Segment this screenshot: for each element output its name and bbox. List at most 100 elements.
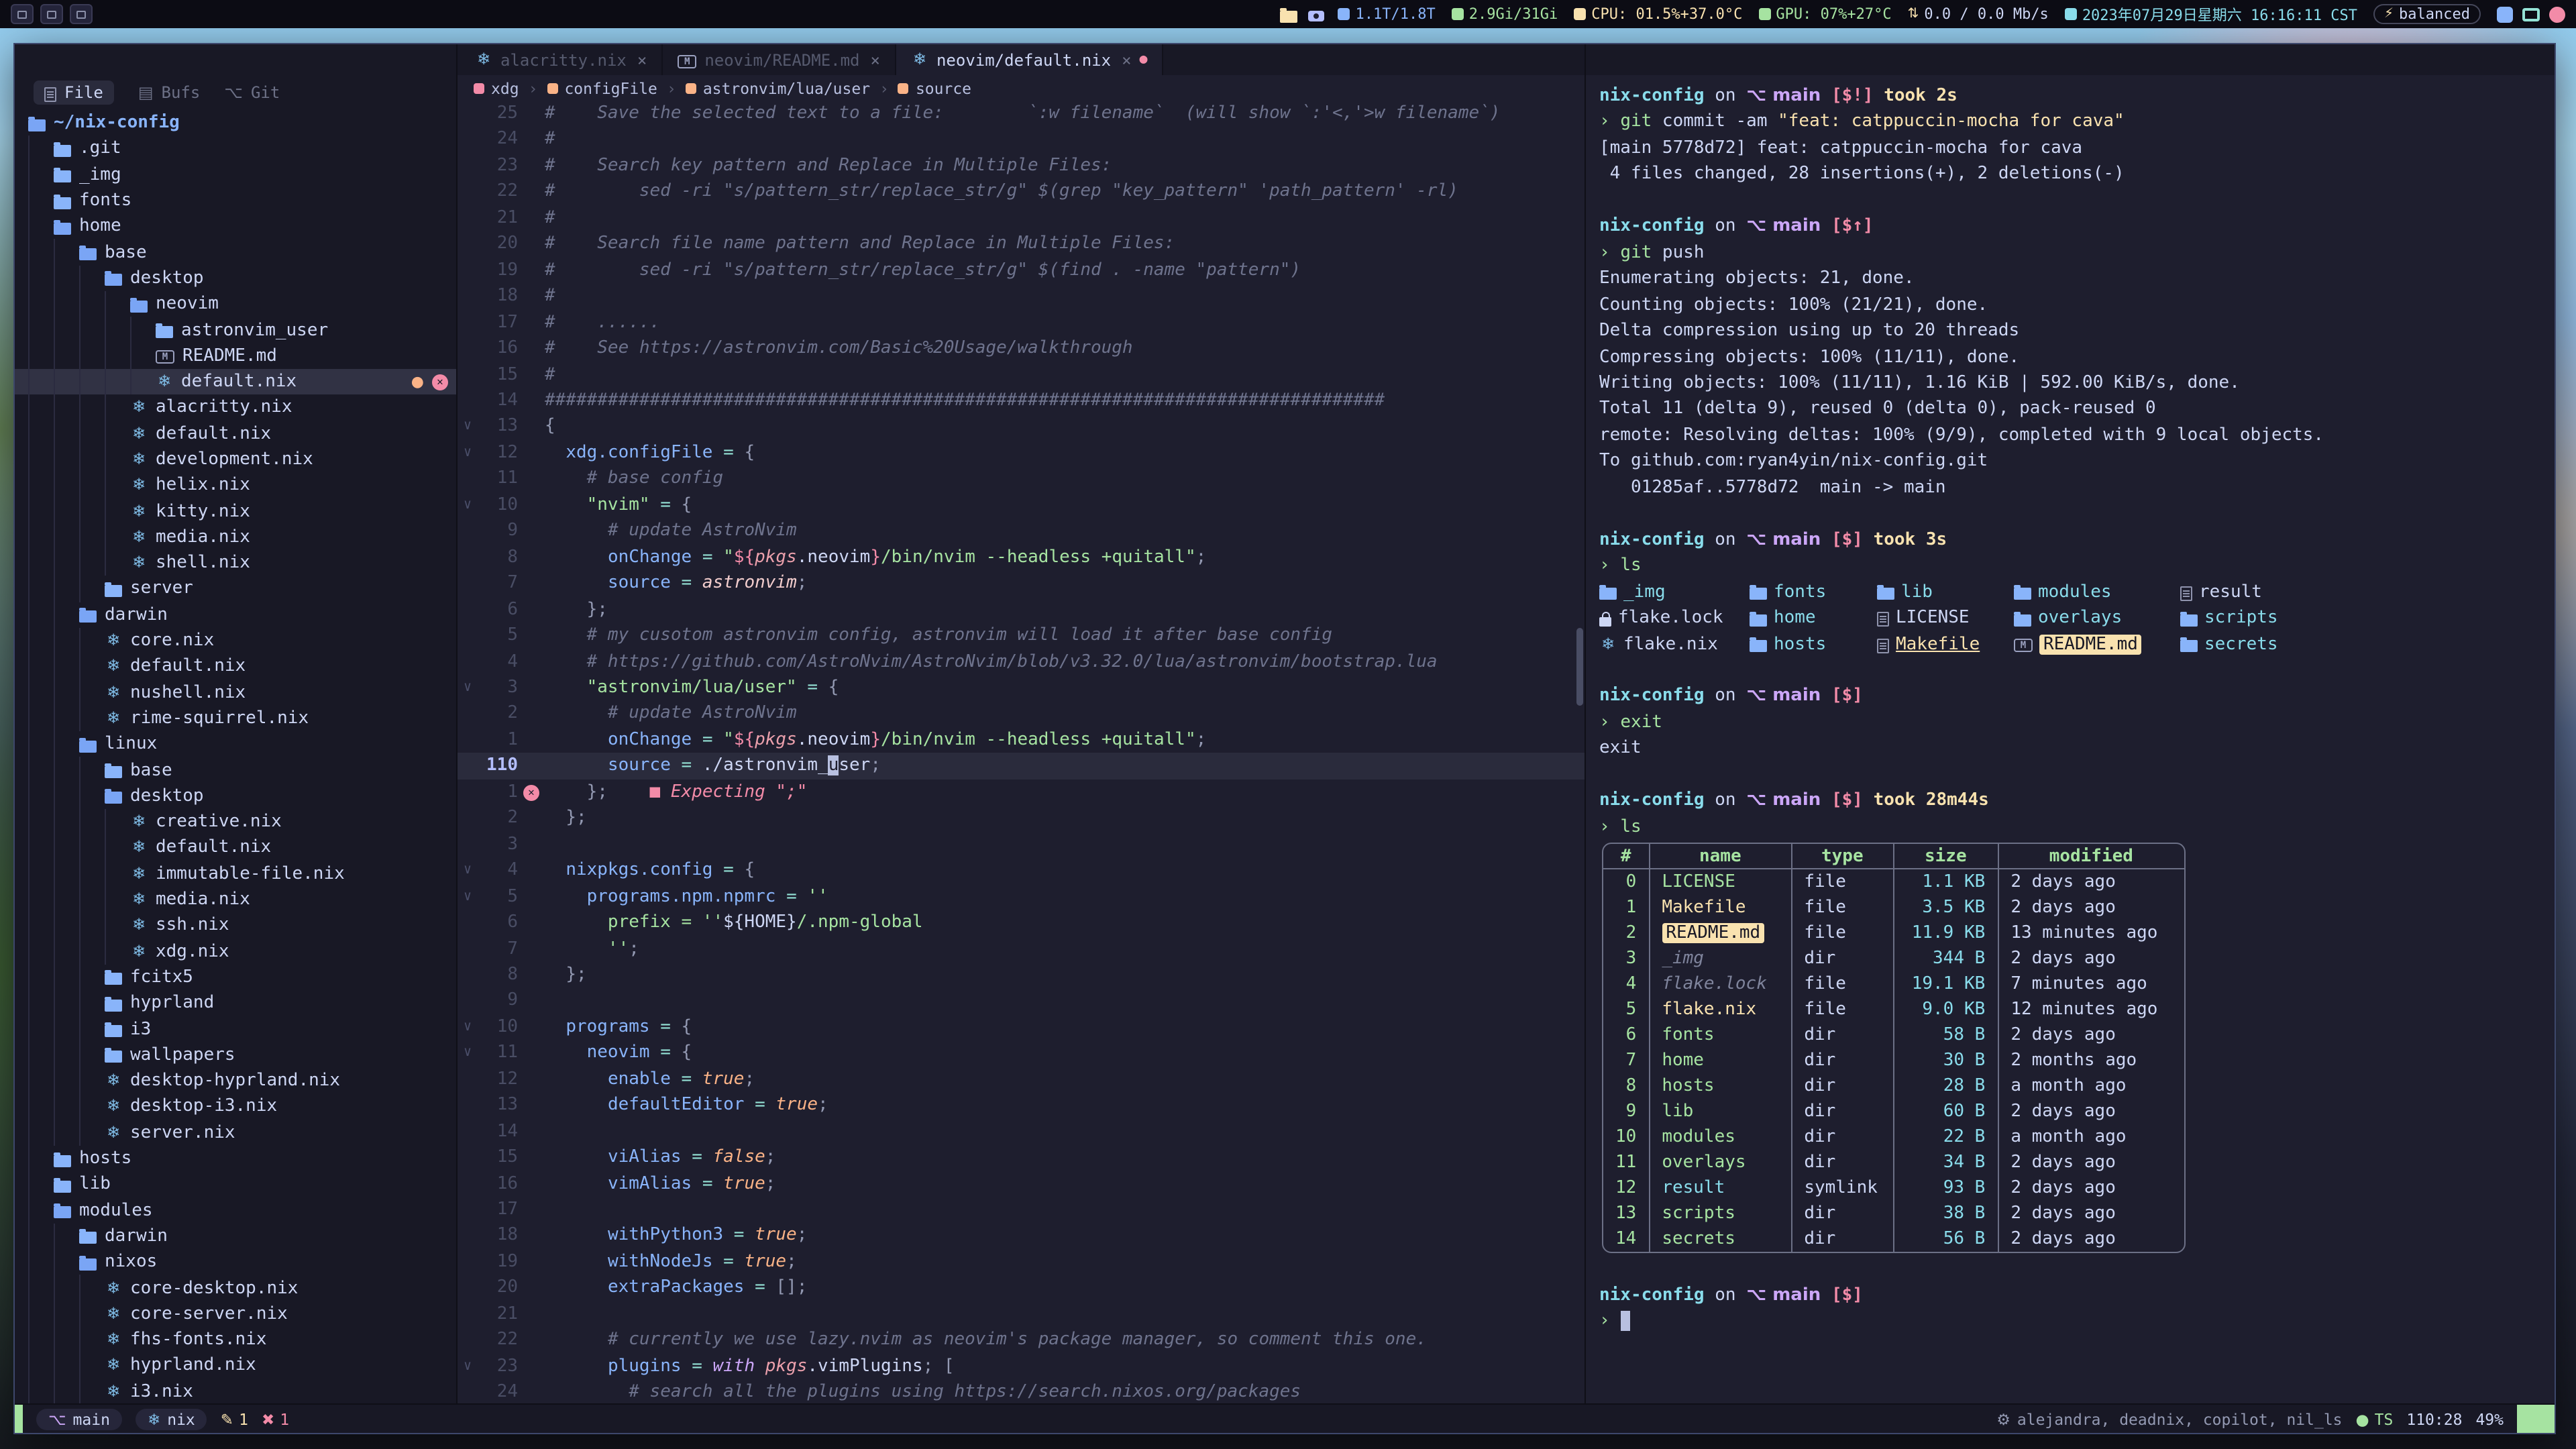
code-line[interactable]: ∨10 "nvim" = { — [458, 492, 1585, 519]
tree-tab-bufs[interactable]: ▤Bufs — [138, 83, 201, 102]
tree-item-i3[interactable]: i3 — [15, 1016, 456, 1042]
screenshot-icon[interactable] — [1309, 11, 1325, 21]
code-line[interactable]: 5 # my cusotom astronvim config, astronv… — [458, 623, 1585, 649]
tree-item-hyprland.nix[interactable]: hyprland.nix — [15, 1353, 456, 1379]
code-line[interactable]: ∨11 neovim = { — [458, 1040, 1585, 1067]
tree-item-i3.nix[interactable]: i3.nix — [15, 1379, 456, 1403]
tree-item-fcitx5[interactable]: fcitx5 — [15, 965, 456, 991]
tree-item-ssh.nix[interactable]: ssh.nix — [15, 912, 456, 938]
tree-item-alacritty.nix[interactable]: alacritty.nix — [15, 395, 456, 421]
tree-item-wallpapers[interactable]: wallpapers — [15, 1042, 456, 1068]
tree-item-desktop[interactable]: desktop — [15, 783, 456, 809]
code-area[interactable]: 25# Save the selected text to a file: `:… — [458, 101, 1585, 1403]
code-line[interactable]: 8 onChange = "${pkgs.neovim}/bin/nvim --… — [458, 544, 1585, 570]
tree-item-server[interactable]: server — [15, 576, 456, 602]
diagnostics-errors[interactable]: ✖1 — [262, 1409, 289, 1428]
code-line[interactable]: 7 source = astronvim; — [458, 570, 1585, 596]
code-line[interactable]: 12 enable = true; — [458, 1067, 1585, 1093]
tree-item-immutable-file.nix[interactable]: immutable-file.nix — [15, 861, 456, 887]
tree-item-home[interactable]: home — [15, 213, 456, 239]
close-icon[interactable]: × — [871, 50, 880, 69]
close-icon[interactable]: × — [1122, 50, 1131, 69]
code-line[interactable]: 19# sed -ri "s/pattern_str/replace_str/g… — [458, 257, 1585, 283]
tree-item-shell.nix[interactable]: shell.nix — [15, 550, 456, 576]
tree-item-desktop-i3.nix[interactable]: desktop-i3.nix — [15, 1094, 456, 1120]
code-line[interactable]: 17 — [458, 1197, 1585, 1223]
terminal-pane[interactable]: nix-config on main [$!] took 2s› git com… — [1585, 44, 2555, 1403]
workspace-3-button[interactable] — [70, 4, 93, 24]
code-line[interactable]: 21# — [458, 205, 1585, 231]
code-line[interactable]: ∨5 programs.npm.npmrc = '' — [458, 883, 1585, 910]
tree-item-base[interactable]: base — [15, 239, 456, 266]
tree-item-desktop-hyprland.nix[interactable]: desktop-hyprland.nix — [15, 1068, 456, 1094]
tree-item-fhs-fonts.nix[interactable]: fhs-fonts.nix — [15, 1327, 456, 1353]
code-line[interactable]: 1 onChange = "${pkgs.neovim}/bin/nvim --… — [458, 727, 1585, 753]
tree-item-default.nix[interactable]: default.nix — [15, 421, 456, 447]
code-line[interactable]: ∨12 xdg.configFile = { — [458, 440, 1585, 466]
tree-item-neovim[interactable]: neovim — [15, 291, 456, 317]
code-line[interactable]: 14 — [458, 1118, 1585, 1144]
code-line[interactable]: 3 — [458, 831, 1585, 857]
tree-item-_img[interactable]: _img — [15, 162, 456, 188]
tree-item-~/nix-config[interactable]: ~/nix-config — [15, 110, 456, 136]
tree-item-default.nix[interactable]: default.nix — [15, 835, 456, 861]
code-line[interactable]: 1✕ }; ■ Expecting ";" — [458, 780, 1585, 806]
close-icon[interactable]: × — [637, 50, 647, 69]
code-line[interactable]: 15 viAlias = false; — [458, 1144, 1585, 1171]
breadcrumb-configFile[interactable]: configFile — [547, 78, 657, 97]
code-line[interactable]: 22# sed -ri "s/pattern_str/replace_str/g… — [458, 179, 1585, 205]
code-line[interactable]: 6 }; — [458, 596, 1585, 623]
code-line[interactable]: 25# Save the selected text to a file: `:… — [458, 101, 1585, 127]
tree-item-helix.nix[interactable]: helix.nix — [15, 472, 456, 498]
tree-item-nushell.nix[interactable]: nushell.nix — [15, 680, 456, 706]
tree-tab-file[interactable]: File — [34, 80, 114, 105]
code-line[interactable]: 14######################################… — [458, 388, 1585, 414]
breadcrumb-xdg[interactable]: xdg — [474, 78, 519, 97]
git-changes[interactable]: ✎1 — [221, 1409, 248, 1428]
tree-item-development.nix[interactable]: development.nix — [15, 447, 456, 473]
terminal-body[interactable]: nix-config on main [$!] took 2s› git com… — [1586, 75, 2555, 1403]
file-tree-panel[interactable]: File▤Bufs⌥Git ~/nix-config.git_imgfontsh… — [15, 44, 458, 1403]
code-line[interactable]: 110 source = ./astronvim_user; — [458, 753, 1585, 780]
code-line[interactable]: 9 — [458, 988, 1585, 1014]
tree-item-kitty.nix[interactable]: kitty.nix — [15, 498, 456, 525]
code-line[interactable]: 9 # update AstroNvim — [458, 519, 1585, 545]
tree-item-media.nix[interactable]: media.nix — [15, 887, 456, 913]
tree-item-base[interactable]: base — [15, 757, 456, 784]
screen-record-icon[interactable] — [2549, 6, 2565, 22]
tab-alacritty.nix[interactable]: alacritty.nix× — [460, 44, 663, 75]
code-line[interactable]: 16# See https://astronvim.com/Basic%20Us… — [458, 335, 1585, 362]
code-line[interactable]: 21 — [458, 1301, 1585, 1328]
code-line[interactable]: 18# — [458, 283, 1585, 309]
code-line[interactable]: ∨4 nixpkgs.config = { — [458, 857, 1585, 883]
tree-item-hosts[interactable]: hosts — [15, 1146, 456, 1172]
tree-item-xdg.nix[interactable]: xdg.nix — [15, 938, 456, 965]
tree-item-core-server.nix[interactable]: core-server.nix — [15, 1301, 456, 1327]
tree-item-default.nix[interactable]: default.nix — [15, 653, 456, 680]
code-line[interactable]: 22 # currently we use lazy.nvim as neovi… — [458, 1328, 1585, 1354]
code-line[interactable]: 20 extraPackages = []; — [458, 1275, 1585, 1301]
tree-item-README.md[interactable]: README.md — [15, 343, 456, 369]
tree-item-rime-squirrel.nix[interactable]: rime-squirrel.nix — [15, 706, 456, 732]
editor-scrollbar-thumb[interactable] — [1576, 628, 1583, 706]
code-line[interactable]: 23# Search key pattern and Replace in Mu… — [458, 153, 1585, 179]
code-line[interactable]: 13 defaultEditor = true; — [458, 1092, 1585, 1118]
code-line[interactable]: 2 # update AstroNvim — [458, 701, 1585, 727]
code-line[interactable]: 2 }; — [458, 805, 1585, 831]
tree-item-astronvim_user[interactable]: astronvim_user — [15, 317, 456, 343]
code-line[interactable]: 16 vimAlias = true; — [458, 1171, 1585, 1197]
editor-pane[interactable]: alacritty.nix×neovim/README.md×neovim/de… — [458, 44, 1585, 1403]
code-line[interactable]: 20# Search file name pattern and Replace… — [458, 231, 1585, 258]
code-line[interactable]: 6 prefix = ''${HOME}/.npm-global — [458, 910, 1585, 936]
code-line[interactable]: ∨23 plugins = with pkgs.vimPlugins; [ — [458, 1354, 1585, 1380]
code-line[interactable]: ∨10 programs = { — [458, 1014, 1585, 1040]
tab-neovim/default.nix[interactable]: neovim/default.nix×● — [896, 44, 1164, 75]
code-line[interactable]: ∨13{ — [458, 414, 1585, 440]
code-line[interactable]: 8 }; — [458, 962, 1585, 988]
tree-item-modules[interactable]: modules — [15, 1197, 456, 1224]
tree-item-.git[interactable]: .git — [15, 136, 456, 162]
code-line[interactable]: 24 # search all the plugins using https:… — [458, 1379, 1585, 1403]
workspace-1-button[interactable] — [11, 4, 34, 24]
display-icon[interactable] — [2522, 7, 2540, 21]
tree-item-core-desktop.nix[interactable]: core-desktop.nix — [15, 1275, 456, 1301]
